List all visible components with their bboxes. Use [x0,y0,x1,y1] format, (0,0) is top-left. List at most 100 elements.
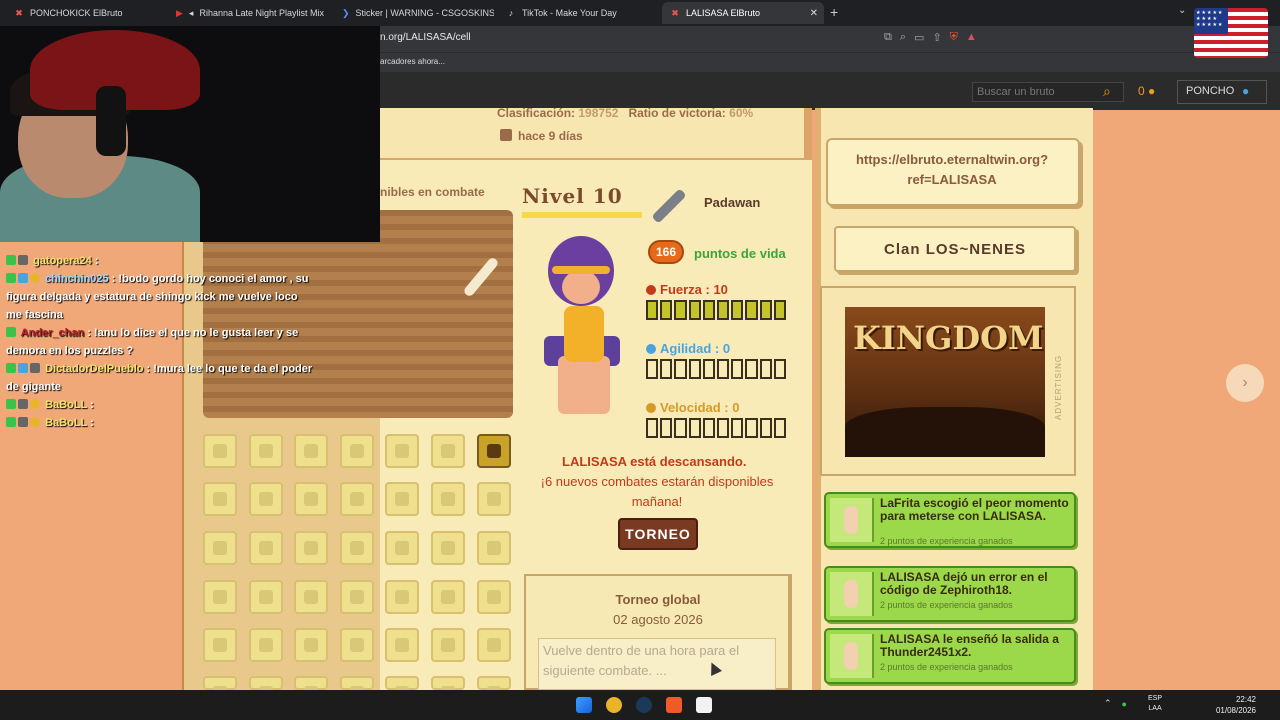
skill-slot[interactable] [477,676,511,700]
tournament-title: Torneo global [615,592,701,607]
skill-slot[interactable] [385,434,419,468]
skill-slot[interactable] [249,676,283,700]
skill-icon [441,541,455,555]
referral-link[interactable]: https://elbruto.eternaltwin.org?ref=LALI… [830,150,1074,190]
chrome-icon[interactable] [606,697,622,713]
skill-slot[interactable] [340,676,374,700]
skill-slot[interactable] [294,628,328,662]
skill-slot[interactable] [385,628,419,662]
close-tab-icon[interactable]: ✕ [810,8,818,19]
chat-username: Ander_chan [20,327,85,339]
address-bar[interactable]: n.org/LALISASA/cell [380,32,471,43]
zoom-icon[interactable]: ⌕ [900,31,906,44]
stat-cell [717,300,730,320]
feed-item[interactable]: LALISASA le enseñó la salida a Thunder24… [824,628,1076,684]
cast-icon[interactable]: ▭ [914,31,924,44]
skill-slot[interactable] [203,434,237,468]
stat-cell [688,418,701,438]
skill-slot[interactable] [203,482,237,516]
user-button[interactable]: PONCHO [1177,80,1267,104]
youtube-icon: ▶ [176,8,183,18]
skill-slot[interactable] [340,531,374,565]
skill-slot[interactable] [203,531,237,565]
agility-text: Agilidad : 0 [660,341,731,356]
stat-cell [773,418,787,438]
rewards-icon[interactable]: ▲ [966,31,977,44]
skill-slot[interactable] [431,482,465,516]
gold-counter: 0 ● [1138,84,1155,98]
skill-slot[interactable] [385,482,419,516]
skill-slot[interactable] [203,628,237,662]
skill-slot[interactable] [249,482,283,516]
translate-icon[interactable]: ⧉ [884,31,892,44]
skill-slot[interactable] [340,580,374,614]
skill-slot[interactable] [431,676,465,700]
skill-slot[interactable] [203,580,237,614]
skill-slot[interactable] [477,580,511,614]
steam-icon[interactable] [636,697,652,713]
skill-slot[interactable] [249,531,283,565]
advertising-label: ADVERTISING [1054,354,1063,420]
agility-label: Agilidad : 0 [646,341,730,356]
tournament-date: 02 agosto 2026 [613,612,703,627]
clock[interactable]: 22:42 01/08/2026 [1208,694,1256,716]
skill-icon [304,638,318,652]
ad-image[interactable]: KINGDOM [845,307,1045,457]
skill-slot[interactable] [385,531,419,565]
skill-slot[interactable] [431,434,465,468]
skill-icon [350,541,364,555]
brave-icon[interactable] [666,697,682,713]
browser-tab-bar: ✖ PONCHOKICK ElBruto ▶ ◂ Rihanna Late Ni… [0,0,1280,26]
chat-line: BaBoLL : [6,414,316,432]
skill-slot[interactable] [294,434,328,468]
chevron-up-icon[interactable]: ⌃ [1104,698,1112,709]
share-icon[interactable]: ⇧ [932,31,941,44]
new-tab-icon[interactable]: + [830,4,838,20]
file-icon[interactable] [696,697,712,713]
skill-slot[interactable] [477,434,511,468]
skill-slot[interactable] [340,434,374,468]
clan-name[interactable]: Clan LOS~NENES [834,241,1076,258]
stat-cell [646,418,659,438]
skill-slot[interactable] [431,531,465,565]
skill-slot[interactable] [385,676,419,700]
language-indicator[interactable]: ESP LAA [1148,694,1162,714]
skill-slot[interactable] [340,482,374,516]
skill-slot[interactable] [477,531,511,565]
skill-slot[interactable] [294,482,328,516]
chat-line: gatopera24 : [6,252,316,270]
skill-slot[interactable] [431,580,465,614]
skill-slot[interactable] [340,628,374,662]
tab-ponchokick[interactable]: ✖ PONCHOKICK ElBruto [6,2,166,24]
skill-slot[interactable] [477,482,511,516]
coin-icon: ● [1148,84,1156,98]
chevron-down-icon[interactable]: ⌄ [1178,5,1186,16]
search-input[interactable]: Buscar un bruto [972,82,1124,102]
skill-slot[interactable] [294,531,328,565]
skill-slot[interactable] [249,434,283,468]
search-icon[interactable]: ⌕ [1103,83,1111,100]
windows-start-icon[interactable] [576,697,592,713]
tab-tiktok[interactable]: ♪ TikTok - Make Your Day [498,2,658,24]
feed-item[interactable]: LaFrita escogió el peor momento para met… [824,492,1076,548]
skill-slot[interactable] [203,676,237,700]
skill-slot[interactable] [385,580,419,614]
tab-rihanna[interactable]: ▶ ◂ Rihanna Late Night Playlist Mix [168,2,330,24]
feed-item[interactable]: LALISASA dejó un error en el código de Z… [824,566,1076,622]
bookmarks-text[interactable]: arcadores ahora... [380,57,445,66]
tab-lalisasa[interactable]: ✖ LALISASA ElBruto ✕ [662,2,824,24]
skill-slot[interactable] [431,628,465,662]
brave-shield-icon[interactable]: ⛨ [950,31,958,44]
stat-cell [745,300,758,320]
skill-slot[interactable] [477,628,511,662]
badge-icon [6,399,16,409]
skill-slot[interactable] [249,580,283,614]
skill-slot[interactable] [249,628,283,662]
microphone-icon[interactable]: ● [1122,699,1127,709]
skill-slot[interactable] [294,676,328,700]
strength-bar [646,300,787,320]
skill-slot[interactable] [294,580,328,614]
chevron-right-icon[interactable]: › [1226,364,1264,402]
tournament-button[interactable]: TORNEO [618,518,698,550]
tab-csgoskins[interactable]: ❯ Sticker | WARNING - CSGOSKINS.GG [334,2,494,24]
